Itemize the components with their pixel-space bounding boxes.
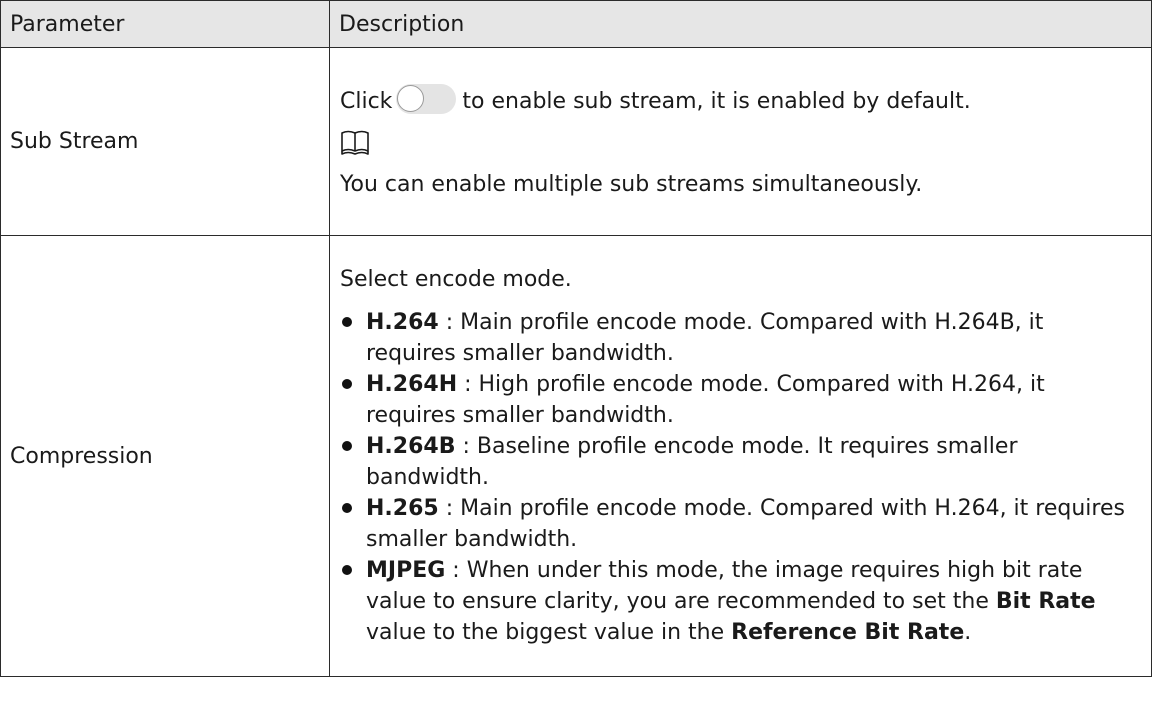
table-header-row: Parameter Description bbox=[0, 0, 1152, 48]
list-item-h264b: H.264B : Baseline profile encode mode. I… bbox=[340, 431, 1135, 493]
select-intro: Select encode mode. bbox=[340, 267, 572, 292]
list-item-h264: H.264 : Main profile encode mode. Compar… bbox=[340, 307, 1135, 369]
mode-sep: : bbox=[438, 310, 461, 335]
desc-compression: Select encode mode. H.264 : Main profile… bbox=[329, 235, 1152, 677]
mode-text-3: . bbox=[964, 620, 972, 645]
mode-text: When under this mode, the image requires… bbox=[366, 558, 1083, 614]
mode-name: H.265 bbox=[366, 496, 439, 521]
click-suffix: to enable sub stream, it is enabled by d… bbox=[462, 88, 971, 114]
bit-rate-term: Bit Rate bbox=[995, 589, 1096, 614]
encode-mode-list: H.264 : Main profile encode mode. Compar… bbox=[340, 307, 1135, 648]
mode-sep: : bbox=[438, 496, 461, 521]
mode-sep: : bbox=[455, 434, 477, 459]
mode-sep: : bbox=[457, 372, 479, 397]
bullet-icon bbox=[342, 565, 352, 575]
bullet-icon bbox=[342, 379, 352, 389]
book-note-icon bbox=[340, 130, 1135, 162]
click-prefix: Click bbox=[340, 88, 393, 114]
mode-text: Main profile encode mode. Compared with … bbox=[366, 310, 1044, 366]
param-sub-stream: Sub Stream bbox=[0, 47, 330, 236]
mode-name: H.264 bbox=[366, 310, 439, 335]
note-text: You can enable multiple sub streams simu… bbox=[340, 171, 923, 197]
mode-name: H.264H bbox=[366, 372, 458, 397]
mode-name: H.264B bbox=[366, 434, 456, 459]
desc-sub-stream: Click to enable sub stream, it is enabled… bbox=[329, 47, 1152, 236]
click-instruction: Click to enable sub stream, it is enabled… bbox=[340, 83, 1135, 117]
mode-text-2: value to the biggest value in the bbox=[366, 620, 732, 645]
header-parameter: Parameter bbox=[0, 0, 330, 48]
list-item-mjpeg: MJPEG : When under this mode, the image … bbox=[340, 555, 1135, 648]
header-description: Description bbox=[329, 0, 1152, 48]
mode-text: Main profile encode mode. Compared with … bbox=[366, 496, 1125, 552]
bullet-icon bbox=[342, 441, 352, 451]
mode-name: MJPEG bbox=[366, 558, 446, 583]
bullet-icon bbox=[342, 317, 352, 327]
toggle-knob bbox=[397, 84, 425, 112]
list-item-h265: H.265 : Main profile encode mode. Compar… bbox=[340, 493, 1135, 555]
list-item-h264h: H.264H : High profile encode mode. Compa… bbox=[340, 369, 1135, 431]
param-compression: Compression bbox=[0, 235, 330, 677]
table-row-sub-stream: Sub Stream Click to enable sub stream, it… bbox=[0, 47, 1152, 236]
mode-sep: : bbox=[445, 558, 467, 583]
parameter-table: Parameter Description Sub Stream Click to… bbox=[0, 0, 1152, 677]
table-row-compression: Compression Select encode mode. H.264 : … bbox=[0, 235, 1152, 677]
toggle-switch-icon bbox=[396, 83, 457, 114]
reference-bit-rate-term: Reference Bit Rate bbox=[731, 620, 965, 645]
bullet-icon bbox=[342, 503, 352, 513]
